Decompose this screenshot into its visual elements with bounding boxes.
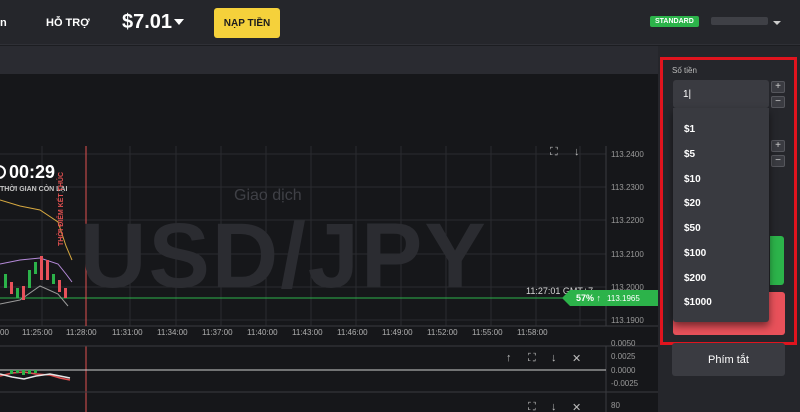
countdown-timer: 00:29 [0, 162, 55, 183]
x-tick: 11:25:00 [22, 328, 53, 337]
close-icon[interactable]: ✕ [572, 352, 581, 365]
fullscreen-icon[interactable]: ⛶ [528, 352, 536, 365]
pair-watermark: USD/JPY [80, 205, 488, 307]
balance-display[interactable]: $7.01 [122, 11, 172, 34]
close-icon[interactable]: ✕ [572, 401, 581, 412]
bottom-tick: 80 [611, 401, 620, 410]
arrow-down-icon[interactable]: ↓ [574, 146, 580, 158]
annotation-highlight-box [660, 57, 797, 345]
shortcuts-button[interactable]: Phím tắt [672, 343, 785, 376]
arrow-down-icon[interactable]: ↓ [551, 401, 557, 412]
x-tick: 11:52:00 [427, 328, 458, 337]
x-tick: 11:49:00 [382, 328, 413, 337]
y-tick: 113.1900 [611, 316, 644, 325]
x-tick: 00 [0, 328, 9, 337]
clock-icon [0, 165, 6, 179]
y-tick: 113.2100 [611, 250, 644, 259]
current-price: 113.1965 [607, 293, 640, 303]
x-tick: 11:31:00 [112, 328, 143, 337]
x-tick: 11:37:00 [202, 328, 233, 337]
account-type-badge: STANDARD [650, 16, 699, 27]
x-tick: 11:28:00 [66, 328, 97, 337]
osc-tick: -0.0025 [611, 379, 639, 388]
chart-toolbar [0, 46, 658, 74]
fullscreen-icon[interactable]: ⛶ [528, 401, 536, 412]
arrow-down-icon[interactable]: ↓ [551, 352, 557, 364]
y-tick: 113.2300 [611, 183, 644, 192]
arrow-up-icon[interactable]: ↑ [506, 352, 512, 364]
osc-tick: 0.0050 [611, 339, 636, 348]
osc-tick: 0.0025 [611, 352, 636, 361]
x-tick: 11:46:00 [337, 328, 368, 337]
osc-tick: 0.0000 [611, 366, 636, 375]
username-blurred[interactable] [711, 17, 768, 25]
x-tick: 11:40:00 [247, 328, 278, 337]
user-menu-chevron-icon[interactable] [773, 21, 781, 25]
payout-percent: 57% ↑ [576, 293, 602, 303]
fullscreen-icon[interactable]: ⛶ [550, 146, 558, 159]
trading-page: n HỖ TRỢ $7.01 NẠP TIỀN STANDARD USD/JPY… [0, 0, 800, 412]
deposit-button[interactable]: NẠP TIỀN [214, 8, 280, 38]
y-tick: 113.2000 [611, 283, 644, 292]
arrow-up-icon: ↑ [596, 293, 602, 303]
chevron-down-icon[interactable] [174, 19, 184, 25]
y-tick: 113.2400 [611, 150, 644, 159]
watermark-subtitle: Giao dịch [234, 187, 302, 204]
top-bar: n HỖ TRỢ $7.01 NẠP TIỀN STANDARD [0, 0, 800, 45]
x-tick: 11:55:00 [472, 328, 503, 337]
timer-value: 00:29 [9, 162, 56, 182]
nav-item-partial[interactable]: n [0, 17, 7, 29]
price-chart[interactable]: USD/JPY Giao dịch 00:29 THỜI GIAN CÒN LẠ… [0, 74, 658, 412]
nav-support-link[interactable]: HỖ TRỢ [46, 17, 90, 29]
x-tick: 11:34:00 [157, 328, 188, 337]
current-price-tag: 57% ↑ 113.1965 [562, 290, 658, 306]
y-tick: 113.2200 [611, 216, 644, 225]
x-tick: 11:43:00 [292, 328, 323, 337]
x-tick: 11:58:00 [517, 328, 548, 337]
expiry-label: THỜI ĐIỂM KẾT THÚC [58, 171, 65, 246]
